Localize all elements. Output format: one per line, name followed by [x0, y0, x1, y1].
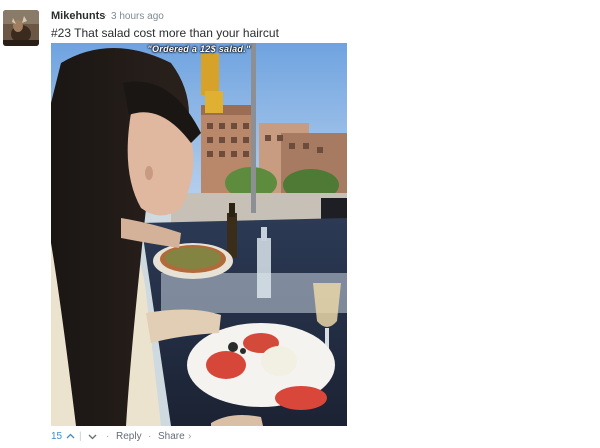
avatar[interactable] [3, 10, 39, 46]
vote-divider: | [79, 431, 82, 442]
reply-button[interactable]: Reply [116, 431, 142, 442]
share-chevron-icon: › [188, 431, 192, 442]
chevron-up-icon-glyph [66, 433, 75, 439]
chevron-up-icon[interactable] [66, 432, 75, 444]
share-button[interactable]: Share [158, 431, 185, 442]
comment-text: #23 That salad cost more than your hairc… [51, 26, 279, 40]
comment-author[interactable]: Mikehunts [51, 10, 105, 22]
comment-photo[interactable]: "Ordered a 12$ salad." [51, 43, 347, 426]
chevron-down-icon-glyph [88, 434, 97, 440]
footer-separator: · [106, 431, 110, 442]
photo-illustration [51, 43, 347, 426]
meta-separator: · [104, 10, 108, 21]
avatar-image [3, 10, 39, 46]
vote-count: 15 [51, 431, 63, 442]
chevron-down-icon[interactable] [88, 432, 97, 444]
comment: Mikehunts · 3 hours ago #23 That salad c… [0, 0, 600, 448]
photo-caption: "Ordered a 12$ salad." [147, 44, 251, 54]
comment-timestamp[interactable]: 3 hours ago [111, 11, 164, 22]
footer-separator: · [148, 431, 152, 442]
